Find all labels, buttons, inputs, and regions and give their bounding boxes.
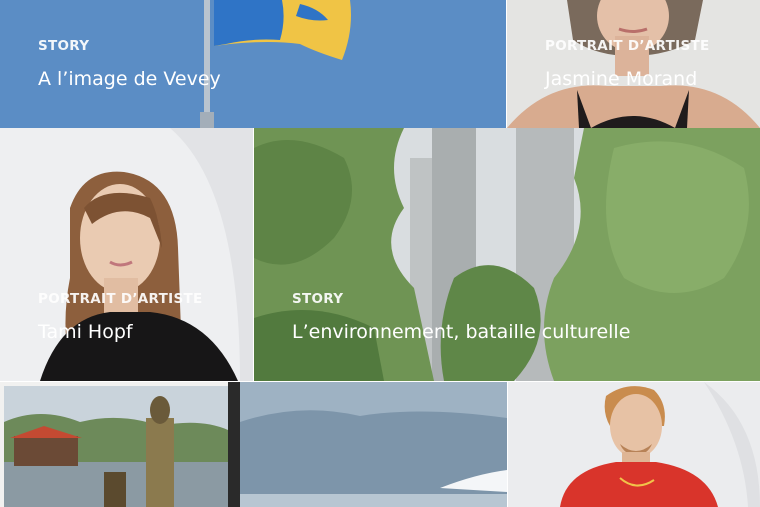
portrait-image	[0, 128, 253, 381]
tile-kicker: PORTRAIT D’ARTISTE	[545, 38, 710, 54]
tile-title: L’environnement, bataille culturelle	[292, 321, 631, 343]
tile-kicker: STORY	[38, 38, 90, 54]
lake-image	[240, 382, 507, 507]
tile-portrait-man[interactable]	[508, 382, 760, 507]
tile-environnement[interactable]: STORY L’environnement, bataille culturel…	[254, 128, 760, 381]
tile-jasmine-morand[interactable]: PORTRAIT D’ARTISTE Jasmine Morand	[507, 0, 760, 128]
tile-tami-hopf[interactable]: PORTRAIT D’ARTISTE Tami Hopf	[0, 128, 253, 381]
tile-kicker: STORY	[292, 291, 344, 307]
tile-vevey[interactable]: STORY A l’image de Vevey	[0, 0, 506, 128]
portrait-image	[508, 382, 760, 507]
forest-image	[254, 128, 760, 381]
tile-lake[interactable]	[240, 382, 507, 507]
tile-title: Jasmine Morand	[545, 68, 698, 90]
story-grid: STORY A l’image de Vevey PORTRAIT D’ARTI…	[0, 0, 760, 507]
tile-kicker: PORTRAIT D’ARTISTE	[38, 291, 203, 307]
river-image	[0, 382, 240, 507]
tile-title: A l’image de Vevey	[38, 68, 221, 90]
tile-river-village[interactable]	[0, 382, 240, 507]
tile-title: Tami Hopf	[38, 321, 133, 343]
